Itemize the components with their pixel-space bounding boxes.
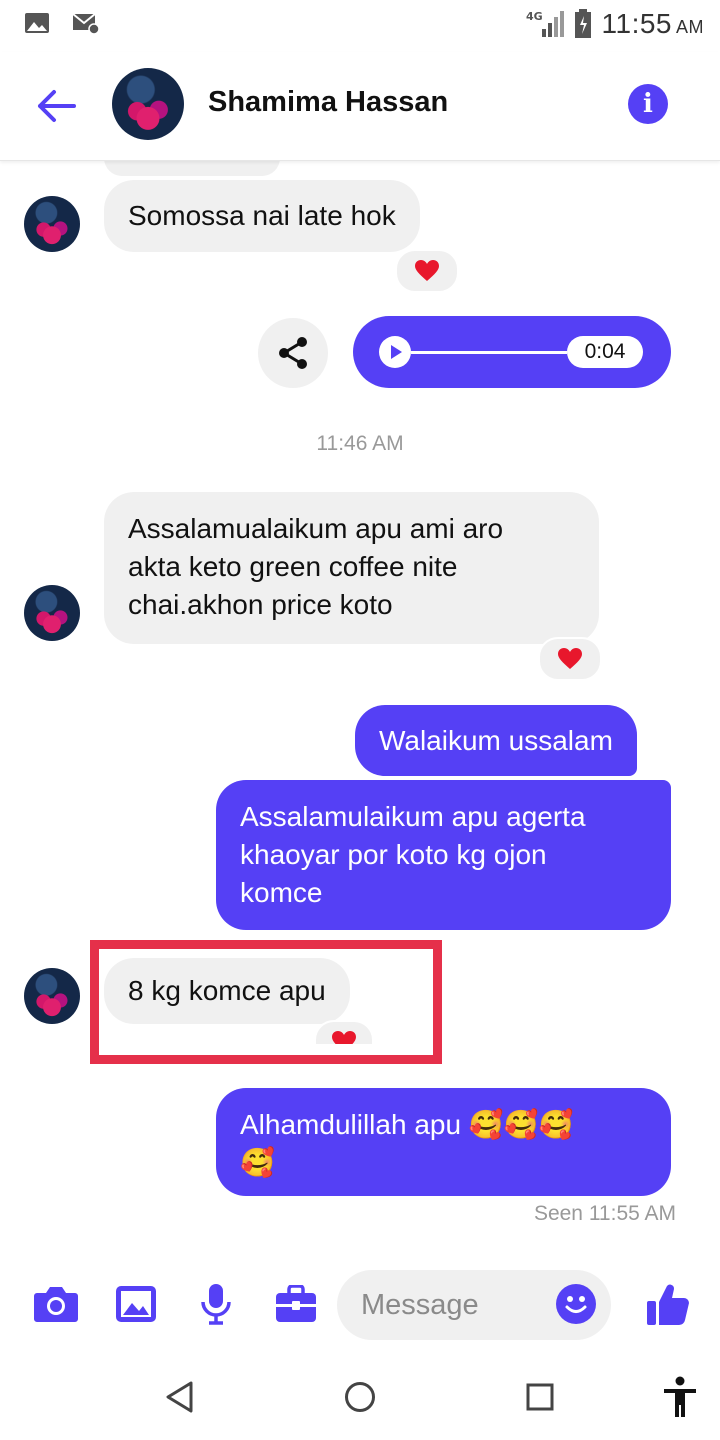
highlight-box: [90, 940, 442, 1064]
message-bubble-incoming[interactable]: Somossa nai late hok: [104, 180, 420, 252]
emoji-face: [565, 1296, 587, 1313]
camera-icon: [34, 1287, 78, 1322]
battery-icon: [574, 9, 591, 38]
status-bar: 4G 11:55 AM: [0, 0, 720, 52]
nav-home-icon[interactable]: [344, 1381, 376, 1413]
message-text: Somossa nai late hok: [128, 200, 396, 231]
message-text-line: akta keto green coffee nite: [128, 551, 458, 582]
message-bubble-outgoing[interactable]: Assalamulaikum apu agerta khaoyar por ko…: [216, 780, 671, 930]
share-button[interactable]: [258, 318, 328, 388]
gallery-button[interactable]: [112, 1282, 160, 1326]
audio-duration: 0:04: [567, 336, 643, 368]
play-button[interactable]: [379, 336, 411, 368]
back-arrow-icon[interactable]: [34, 86, 78, 126]
system-navigation-bar: [0, 1350, 720, 1440]
briefcase-icon: [276, 1285, 316, 1322]
message-text-line: komce: [240, 877, 323, 908]
emoji-icon[interactable]: [556, 1284, 596, 1324]
avatar: [24, 968, 80, 1024]
info-icon[interactable]: i: [628, 84, 668, 124]
message-text-line: chai.akhon price koto: [128, 589, 393, 620]
message-text-line: khaoyar por koto kg ojon: [240, 839, 547, 870]
audio-message[interactable]: 0:04: [353, 316, 671, 388]
avatar: [24, 585, 80, 641]
nav-back-icon[interactable]: [165, 1381, 195, 1413]
heart-icon: [415, 260, 439, 281]
gallery-icon: [25, 13, 49, 33]
message-text: Walaikum ussalam: [379, 725, 613, 756]
play-icon: [391, 345, 402, 359]
tools-button[interactable]: [272, 1282, 320, 1326]
reaction-badge[interactable]: [395, 249, 459, 293]
share-icon: [279, 337, 307, 369]
heart-icon: [558, 648, 582, 669]
contact-avatar[interactable]: [112, 68, 184, 140]
chat-header: Shamima Hassan i: [0, 52, 720, 161]
message-text-line: 🥰: [240, 1147, 275, 1178]
message-text-line: Assalamualaikum apu ami aro: [128, 513, 504, 544]
seen-status: Seen 11:55 AM: [533, 1202, 676, 1225]
mail-icon: [72, 13, 100, 34]
like-button[interactable]: [644, 1282, 692, 1326]
image-icon: [116, 1286, 156, 1322]
reaction-badge[interactable]: [538, 637, 602, 681]
avatar: [24, 196, 80, 252]
message-timestamp: 11:46 AM: [316, 432, 404, 455]
message-bubble-outgoing[interactable]: Walaikum ussalam: [355, 705, 637, 776]
microphone-icon: [201, 1284, 231, 1325]
accessibility-icon[interactable]: [662, 1376, 698, 1418]
like-icon: [647, 1284, 689, 1326]
message-bubble-outgoing[interactable]: Alhamdulillah apu 🥰🥰🥰 🥰: [216, 1088, 671, 1196]
voice-button[interactable]: [192, 1282, 240, 1326]
message-text-line: Assalamulaikum apu agerta: [240, 801, 586, 832]
audio-progress-track[interactable]: [411, 351, 567, 354]
svg-text:4G: 4G: [526, 10, 543, 23]
signal-icon: 4G: [526, 10, 564, 37]
nav-recents-icon[interactable]: [526, 1383, 554, 1411]
message-text-line: Alhamdulillah apu 🥰🥰🥰: [240, 1109, 574, 1140]
clock: 11:55 AM: [601, 8, 704, 39]
contact-name[interactable]: Shamima Hassan: [208, 86, 448, 119]
message-bubble-incoming[interactable]: Assalamualaikum apu ami aro akta keto gr…: [104, 492, 599, 644]
camera-button[interactable]: [32, 1282, 80, 1326]
composer-bar: [0, 1262, 720, 1350]
